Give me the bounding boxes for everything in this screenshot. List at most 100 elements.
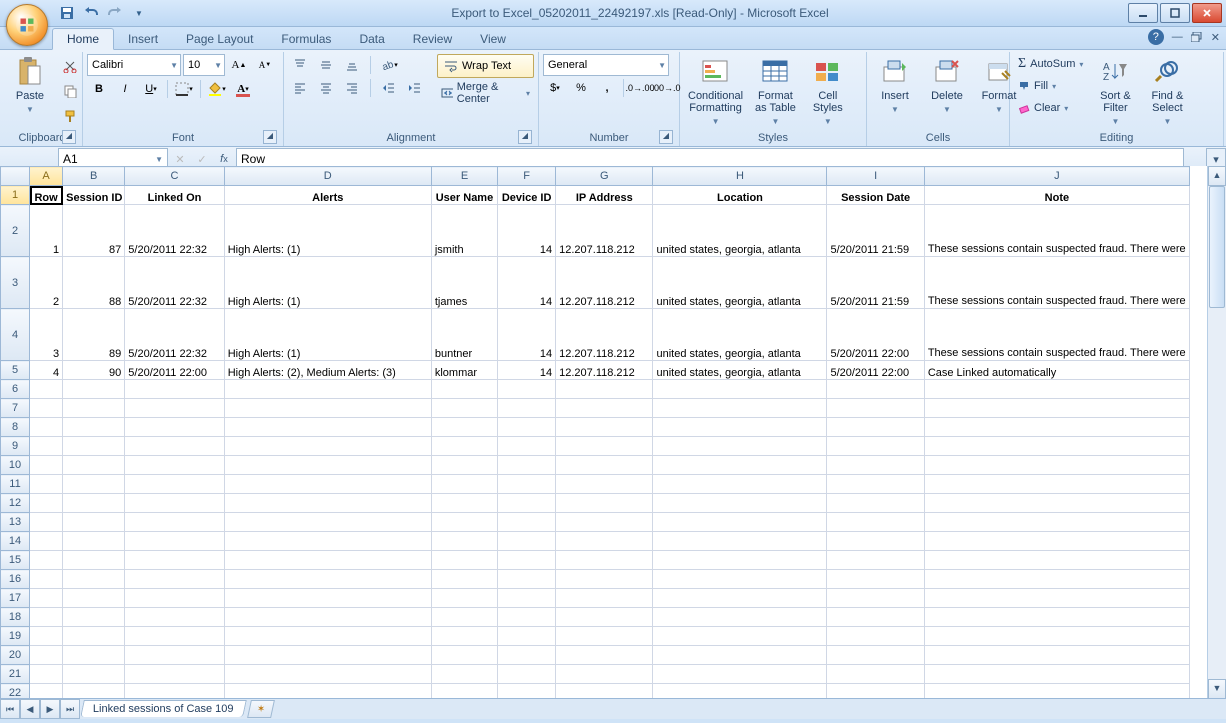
cell[interactable] [653,646,827,665]
cell[interactable] [224,646,431,665]
row-header[interactable]: 9 [1,437,30,456]
cell[interactable] [30,627,63,646]
italic-button[interactable]: I [113,77,137,101]
align-middle-icon[interactable] [314,53,338,77]
cell[interactable] [827,513,924,532]
cell[interactable] [924,665,1189,684]
cell[interactable] [431,380,497,399]
cell[interactable] [827,646,924,665]
cell[interactable] [125,608,224,627]
cell[interactable] [556,684,653,700]
cell[interactable] [498,608,556,627]
cell[interactable] [30,684,63,700]
cell[interactable]: jsmith [431,205,497,257]
cell[interactable] [224,608,431,627]
alignment-dialog-icon[interactable]: ◢ [518,130,532,144]
cell[interactable] [63,551,125,570]
tab-insert[interactable]: Insert [114,29,172,49]
cell[interactable] [498,437,556,456]
cut-icon[interactable] [58,54,82,78]
cell[interactable]: High Alerts: (1) [224,309,431,361]
cell[interactable] [63,665,125,684]
cell[interactable] [224,551,431,570]
fill-button[interactable]: Fill ▾ [1014,76,1087,96]
cell[interactable]: 12.207.118.212 [556,361,653,380]
cell[interactable] [924,589,1189,608]
cell[interactable] [924,494,1189,513]
cell[interactable] [653,551,827,570]
cell[interactable] [827,665,924,684]
cell[interactable] [431,646,497,665]
align-left-icon[interactable] [288,76,312,100]
percent-format-icon[interactable]: % [569,76,593,100]
header-cell[interactable]: Device ID [498,186,556,205]
cell[interactable]: 4 [30,361,63,380]
cell[interactable] [556,627,653,646]
cell[interactable] [63,608,125,627]
cell[interactable]: 14 [498,361,556,380]
cell[interactable] [431,532,497,551]
cell[interactable] [827,551,924,570]
cell[interactable]: united states, georgia, atlanta [653,309,827,361]
cell[interactable] [498,380,556,399]
conditional-formatting-button[interactable]: Conditional Formatting▼ [684,54,747,130]
header-cell[interactable]: Session ID [63,186,125,205]
doc-close-icon[interactable]: ✕ [1211,31,1220,44]
cell[interactable] [498,570,556,589]
cell[interactable] [653,608,827,627]
cell[interactable] [827,589,924,608]
column-header[interactable]: A [30,167,63,186]
cell[interactable]: klommar [431,361,497,380]
cell[interactable] [827,627,924,646]
cell[interactable]: These sessions contain suspected fraud. … [924,205,1189,257]
cell[interactable] [924,418,1189,437]
cell[interactable] [224,380,431,399]
insert-cells-button[interactable]: Insert▼ [871,54,919,118]
cell[interactable] [224,665,431,684]
vertical-scrollbar[interactable]: ▲ ▼ [1207,166,1226,699]
comma-format-icon[interactable]: , [595,76,619,100]
cell[interactable] [653,532,827,551]
tab-nav-first-icon[interactable]: ⏮ [0,699,20,719]
cell[interactable] [924,399,1189,418]
cell[interactable] [653,684,827,700]
cell[interactable] [431,570,497,589]
row-header[interactable]: 2 [1,205,30,257]
cell[interactable] [431,608,497,627]
header-cell[interactable]: Alerts [224,186,431,205]
cell[interactable] [653,570,827,589]
row-header[interactable]: 3 [1,257,30,309]
column-header[interactable]: J [924,167,1189,186]
cell[interactable] [30,475,63,494]
cell[interactable] [498,456,556,475]
cell[interactable] [125,665,224,684]
cell[interactable] [224,399,431,418]
cell[interactable]: 5/20/2011 22:32 [125,309,224,361]
cell[interactable] [63,418,125,437]
cell[interactable] [30,380,63,399]
cell[interactable] [827,684,924,700]
align-center-icon[interactable] [314,76,338,100]
cell[interactable] [63,513,125,532]
cell[interactable] [498,627,556,646]
number-dialog-icon[interactable]: ◢ [659,130,673,144]
cell[interactable] [924,684,1189,700]
cell[interactable]: 5/20/2011 22:00 [827,361,924,380]
cell[interactable] [498,418,556,437]
cell[interactable]: 2 [30,257,63,309]
increase-indent-icon[interactable] [403,76,427,100]
cell[interactable] [125,437,224,456]
column-header[interactable]: C [125,167,224,186]
cell[interactable] [30,399,63,418]
cell[interactable] [224,589,431,608]
cell[interactable] [30,532,63,551]
cell[interactable] [556,608,653,627]
cell[interactable] [653,456,827,475]
decrease-decimal-icon[interactable]: .00→.0 [654,76,678,100]
row-header[interactable]: 10 [1,456,30,475]
shrink-font-icon[interactable]: A▼ [253,53,277,77]
cell[interactable] [125,551,224,570]
cell[interactable] [224,532,431,551]
help-icon[interactable]: ? [1148,29,1164,45]
increase-decimal-icon[interactable]: .0→.00 [628,76,652,100]
